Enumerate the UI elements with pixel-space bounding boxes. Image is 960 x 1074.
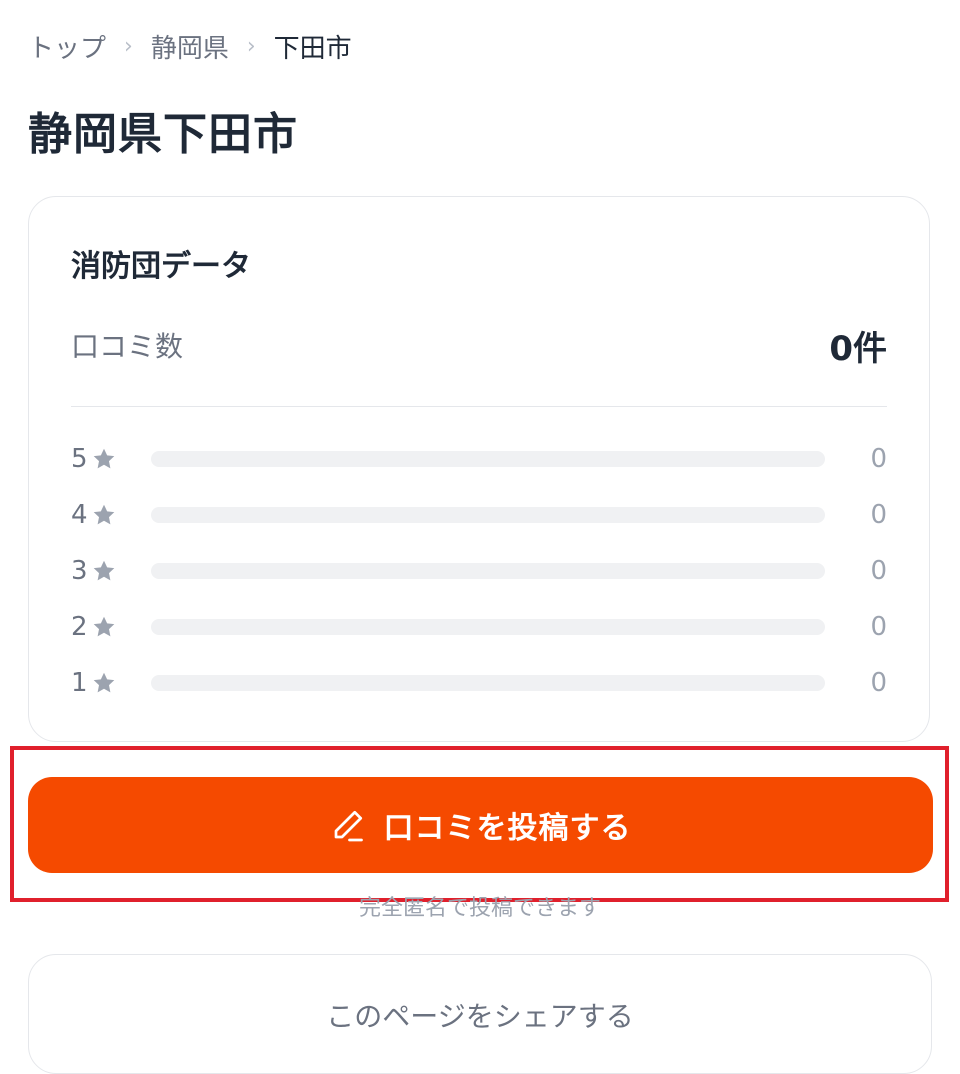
pencil-icon [334, 810, 363, 842]
rating-count: 0 [870, 500, 887, 530]
breadcrumb-current: 下田市 [273, 33, 352, 64]
breadcrumb-link-prefecture[interactable]: 静岡県 [151, 28, 229, 65]
breadcrumb-separator: › [246, 33, 256, 59]
rating-bar [151, 675, 825, 691]
rating-count: 0 [870, 612, 887, 642]
rating-stars: 4 [71, 500, 88, 530]
rating-count: 0 [870, 556, 887, 586]
divider [71, 406, 887, 407]
breadcrumb: トップ › 静岡県 › 下田市 [28, 28, 352, 64]
card-title: 消防団データ [71, 249, 251, 284]
rating-bar [151, 619, 825, 635]
star-icon [93, 448, 115, 469]
rating-stars: 5 [71, 444, 88, 474]
post-review-label: 口コミを投稿する [383, 811, 632, 846]
star-icon [93, 672, 115, 693]
page-title: 静岡県下田市 [28, 109, 298, 160]
rating-count: 0 [870, 668, 887, 698]
review-count-value: 0件 [829, 328, 887, 369]
review-count-row: 口コミ数 0件 [71, 325, 887, 369]
rating-count: 0 [870, 444, 887, 474]
rating-stars: 2 [71, 612, 88, 642]
share-label: このページをシェアする [326, 1000, 634, 1033]
rating-bar [151, 563, 825, 579]
star-icon [93, 616, 115, 637]
breadcrumb-link-top[interactable]: トップ [28, 28, 106, 65]
anonymous-note: 完全匿名で投稿できます [358, 896, 601, 921]
fire-brigade-data-card: 消防団データ 口コミ数 0件 5 0 4 0 3 0 2 0 1 0 [28, 196, 930, 742]
rating-bar [151, 507, 825, 523]
share-card[interactable]: このページをシェアする [28, 954, 932, 1074]
star-icon [93, 504, 115, 525]
star-icon [93, 560, 115, 581]
rating-stars: 3 [71, 556, 88, 586]
rating-stars: 1 [71, 668, 88, 698]
rating-row-2: 2 0 [71, 611, 887, 643]
rating-bar [151, 451, 825, 467]
post-review-button[interactable]: 口コミを投稿する [28, 777, 933, 873]
rating-row-1: 1 0 [71, 667, 887, 699]
rating-row-3: 3 0 [71, 555, 887, 587]
breadcrumb-separator: › [124, 33, 133, 59]
rating-row-5: 5 0 [71, 443, 887, 475]
review-count-label: 口コミ数 [71, 330, 184, 363]
rating-row-4: 4 0 [71, 499, 887, 531]
